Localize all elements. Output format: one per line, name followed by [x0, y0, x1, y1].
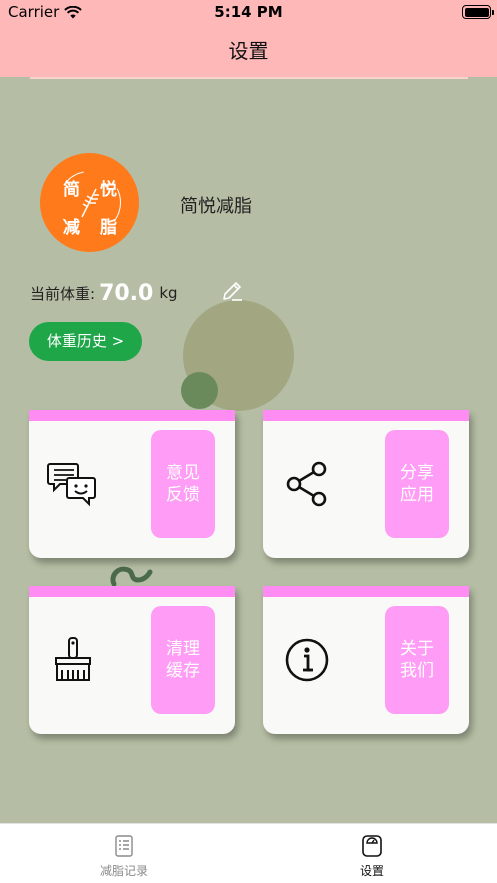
- status-time: 5:14 PM: [214, 3, 283, 21]
- feedback-chat-icon: [47, 463, 96, 507]
- decorative-circle-small: [181, 372, 218, 409]
- tab-bar: 减脂记录 设置: [0, 823, 497, 883]
- app-name: 简悦减脂: [180, 196, 252, 217]
- weight-history-button[interactable]: 体重历史 >: [29, 322, 142, 361]
- logo-char: 悦: [100, 180, 117, 200]
- battery-icon: [462, 5, 494, 19]
- edit-weight-icon[interactable]: [220, 279, 244, 303]
- logo-char: 脂: [100, 218, 117, 238]
- share-icon: [286, 461, 327, 507]
- current-weight: 当前体重: 70.0 kg: [30, 278, 178, 308]
- app-logo: 简 悦 减 脂: [40, 153, 139, 252]
- feedback-card[interactable]: 意见反馈: [29, 410, 235, 558]
- card-stripe: [263, 410, 469, 421]
- header-divider: [30, 77, 468, 79]
- tab-settings[interactable]: 设置: [312, 830, 432, 879]
- page-title: 设置: [228, 39, 269, 63]
- logo-char: 简: [63, 180, 80, 200]
- navigation-bar: 设置: [0, 26, 497, 77]
- tab-label: 设置: [359, 864, 384, 878]
- logo-char: 减: [63, 218, 80, 238]
- info-icon: [285, 638, 329, 682]
- tab-label: 减脂记录: [99, 864, 148, 878]
- card-stripe: [29, 410, 235, 421]
- weight-unit: kg: [159, 284, 178, 302]
- card-stripe: [29, 586, 235, 597]
- card-stripe: [263, 586, 469, 597]
- card-label: 关于我们: [385, 606, 449, 714]
- about-card[interactable]: 关于我们: [263, 586, 469, 734]
- list-document-icon: [115, 835, 133, 857]
- broom-icon: [55, 637, 91, 681]
- clear-cache-card[interactable]: 清理缓存: [29, 586, 235, 734]
- weight-value: 70.0: [99, 280, 154, 306]
- weight-label: 当前体重:: [30, 284, 96, 303]
- card-label: 清理缓存: [151, 606, 215, 714]
- share-card[interactable]: 分享应用: [263, 410, 469, 558]
- logo-wheat-icon: [58, 171, 121, 234]
- card-label: 分享应用: [385, 430, 449, 538]
- tab-weight-records[interactable]: 减脂记录: [64, 830, 184, 879]
- status-bar: Carrier 5:14 PM: [0, 0, 497, 26]
- card-label: 意见反馈: [151, 430, 215, 538]
- scale-icon: [362, 835, 382, 857]
